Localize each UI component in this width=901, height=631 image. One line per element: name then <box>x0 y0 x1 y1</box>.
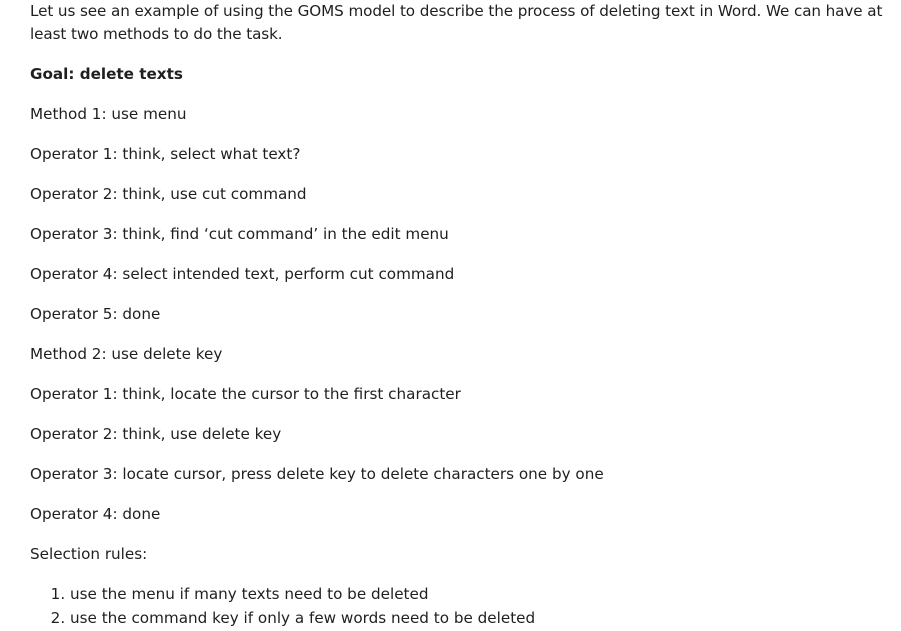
selection-rules-list: use the menu if many texts need to be de… <box>30 582 871 630</box>
selection-rule-item: use the menu if many texts need to be de… <box>70 582 871 606</box>
goal-heading: Goal: delete texts <box>30 65 183 83</box>
method-1-operator-1: Operator 1: think, select what text? <box>30 145 301 163</box>
method-1-title: Method 1: use menu <box>30 105 187 123</box>
method-1-operator-2: Operator 2: think, use cut command <box>30 185 307 203</box>
method-2-operator-4: Operator 4: done <box>30 505 161 523</box>
selection-rules-title: Selection rules: <box>30 545 148 563</box>
method-1-operator-4: Operator 4: select intended text, perfor… <box>30 265 455 283</box>
method-2-operator-1: Operator 1: think, locate the cursor to … <box>30 385 461 403</box>
method-1-operator-5: Operator 5: done <box>30 305 161 323</box>
method-1-operator-3: Operator 3: think, find ‘cut command’ in… <box>30 225 449 243</box>
method-2-operator-2: Operator 2: think, use delete key <box>30 425 282 443</box>
method-2-title: Method 2: use delete key <box>30 345 223 363</box>
method-2-operator-3: Operator 3: locate cursor, press delete … <box>30 465 604 483</box>
intro-paragraph: Let us see an example of using the GOMS … <box>30 2 883 43</box>
document-body: Let us see an example of using the GOMS … <box>0 0 882 630</box>
selection-rule-item: use the command key if only a few words … <box>70 606 871 630</box>
